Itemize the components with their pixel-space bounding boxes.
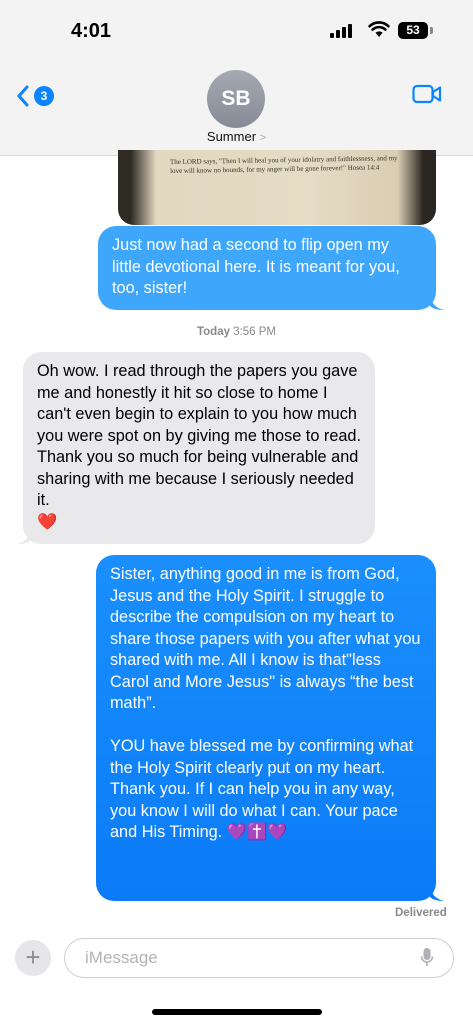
contact-avatar[interactable]: SB	[207, 70, 265, 128]
bubble-tail	[17, 530, 31, 544]
home-indicator	[152, 1009, 322, 1015]
bubble-tail	[430, 887, 444, 901]
contact-name-button[interactable]: Summer >	[0, 129, 473, 144]
contact-name: Summer	[206, 129, 257, 144]
bubble-tail	[430, 296, 444, 310]
battery-icon: 53	[398, 22, 428, 39]
unread-count-badge: 3	[34, 86, 54, 106]
photo-caption: The LORD says, "Then I will heal you of …	[169, 154, 398, 176]
back-button[interactable]: 3	[16, 83, 60, 109]
conversation-header: 4:01 53 3 SB Summer >	[0, 0, 473, 156]
photo-attachment[interactable]: The LORD says, "Then I will heal you of …	[118, 150, 436, 225]
message-timestamp: Today 3:56 PM	[0, 326, 473, 338]
battery-nub	[430, 27, 433, 34]
message-bubble-outgoing[interactable]: Sister, anything good in me is from God,…	[96, 555, 436, 901]
cellular-signal-icon	[330, 24, 352, 38]
timestamp-time: 3:56 PM	[233, 326, 277, 338]
message-bubble-outgoing[interactable]: Just now had a second to flip open my li…	[98, 226, 436, 310]
status-time: 4:01	[71, 20, 112, 42]
delivery-status: Delivered	[395, 907, 447, 919]
chevron-right-icon: >	[259, 132, 267, 144]
wifi-icon	[368, 21, 390, 37]
timestamp-day: Today	[196, 326, 230, 338]
message-bubble-incoming[interactable]: Oh wow. I read through the papers you ga…	[23, 352, 375, 544]
video-call-icon[interactable]	[412, 83, 442, 105]
chevron-left-icon	[17, 85, 29, 107]
microphone-icon[interactable]	[420, 947, 434, 969]
message-input[interactable]: iMessage	[64, 938, 454, 978]
add-attachment-button[interactable]: +	[15, 940, 51, 976]
